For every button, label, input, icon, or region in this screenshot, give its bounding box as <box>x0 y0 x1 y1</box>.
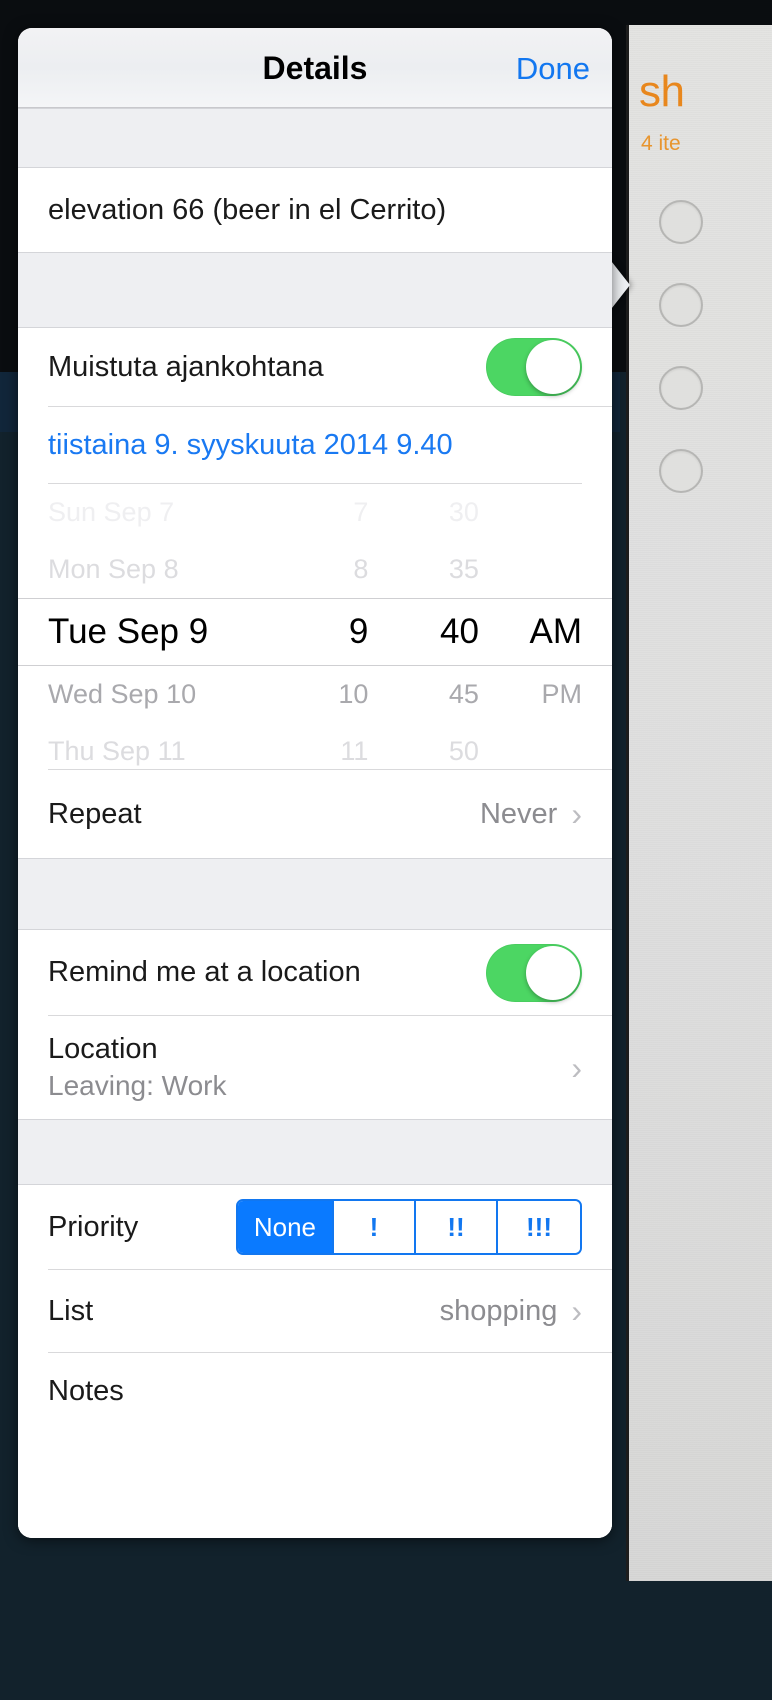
remind-at-time-toggle[interactable] <box>486 338 582 396</box>
popover-header: Details Done <box>18 28 612 108</box>
section-gap-priority <box>18 1119 612 1185</box>
picker-hour-selected: 9 <box>348 612 369 651</box>
picker-minute: 30 <box>448 497 479 527</box>
remind-at-time-row[interactable]: Muistuta ajankohtana <box>18 328 612 406</box>
picker-day: Wed Sep 10 <box>48 679 197 709</box>
picker-row[interactable]: Mon Sep 8 8 35 <box>18 541 612 598</box>
task-title-row[interactable]: elevation 66 (beer in el Cerrito) <box>18 168 612 252</box>
picker-minute: 45 <box>448 679 479 709</box>
repeat-value: Never <box>479 797 558 830</box>
reminder-checkbox-circle[interactable] <box>659 366 703 410</box>
location-row[interactable]: Location Leaving: Work › <box>18 1016 612 1119</box>
reminder-checkbox-circle[interactable] <box>659 449 703 493</box>
picker-hour: 7 <box>353 497 369 527</box>
picker-day-selected: Tue Sep 9 <box>48 612 209 651</box>
datetime-picker[interactable]: Sun Sep 7 7 30 Mon Sep 8 8 35 Tue Sep 9 … <box>18 484 612 769</box>
remind-at-location-toggle[interactable] <box>486 943 582 1002</box>
remind-at-location-row[interactable]: Remind me at a location <box>18 930 612 1015</box>
location-label: Location <box>48 1032 158 1065</box>
background-list-items <box>659 200 772 532</box>
section-gap-alarm <box>18 252 612 328</box>
picker-row[interactable]: Wed Sep 10 10 45 PM <box>18 666 612 723</box>
section-gap-top <box>18 108 612 168</box>
priority-label: Priority <box>48 1210 139 1243</box>
toggle-knob <box>526 945 580 1000</box>
done-button[interactable]: Done <box>516 51 590 87</box>
picker-day: Mon Sep 8 <box>48 554 179 584</box>
background-reminders-list[interactable]: sh 4 ite <box>626 25 772 1581</box>
section-gap-location <box>18 858 612 930</box>
priority-row: Priority None ! !! !!! <box>18 1185 612 1269</box>
picker-ampm: PM <box>541 679 582 709</box>
picker-day: Sun Sep 7 <box>48 497 175 527</box>
reminder-checkbox-circle[interactable] <box>659 283 703 327</box>
picker-hour: 10 <box>338 679 369 709</box>
background-list-count: 4 ite <box>641 132 681 155</box>
picker-day: Thu Sep 11 <box>48 736 186 766</box>
popover-bottom-fill <box>18 1513 612 1538</box>
location-section: Remind me at a location Location Leaving… <box>18 930 612 1119</box>
list-row[interactable]: List shopping › <box>18 1270 612 1352</box>
background-list-title: sh <box>639 67 685 116</box>
repeat-row[interactable]: Repeat Never › <box>18 770 612 858</box>
list-value: shopping <box>439 1294 558 1327</box>
picker-row[interactable]: Sun Sep 7 7 30 <box>18 484 612 541</box>
priority-segmented-control[interactable]: None ! !! !!! <box>235 1199 582 1255</box>
picker-hour: 8 <box>353 554 369 584</box>
screen-root: sh 4 ite Details Done elevation 66 (beer… <box>0 0 772 1700</box>
chevron-right-icon: › <box>571 1293 582 1329</box>
notes-label: Notes <box>48 1375 124 1407</box>
alarm-section: Muistuta ajankohtana tiistaina 9. syysku… <box>18 328 612 858</box>
priority-option-medium[interactable]: !! <box>416 1201 498 1253</box>
location-sub-value: Leaving: Work <box>48 1070 227 1102</box>
picker-row[interactable]: Thu Sep 11 11 50 <box>18 723 612 769</box>
remind-at-time-label: Muistuta ajankohtana <box>48 350 324 383</box>
task-title-text: elevation 66 (beer in el Cerrito) <box>48 193 447 226</box>
picker-hour: 11 <box>340 736 369 766</box>
alarm-date-row[interactable]: tiistaina 9. syyskuuta 2014 9.40 <box>18 407 612 483</box>
priority-option-low[interactable]: ! <box>334 1201 416 1253</box>
picker-row-selected[interactable]: Tue Sep 9 9 40 AM <box>18 598 612 666</box>
chevron-right-icon: › <box>571 796 582 832</box>
list-label: List <box>48 1294 94 1327</box>
picker-minute: 50 <box>448 736 479 766</box>
reminder-checkbox-circle[interactable] <box>659 200 703 244</box>
priority-option-none[interactable]: None <box>237 1201 334 1253</box>
repeat-label: Repeat <box>48 797 142 830</box>
remind-at-location-label: Remind me at a location <box>48 956 361 988</box>
priority-section: Priority None ! !! !!! List shopping › N… <box>18 1185 612 1538</box>
chevron-right-icon: › <box>571 1049 582 1086</box>
picker-minute: 35 <box>448 554 479 584</box>
picker-minute-selected: 40 <box>440 612 479 651</box>
alarm-date-value: tiistaina 9. syyskuuta 2014 9.40 <box>48 428 453 461</box>
details-popover: Details Done elevation 66 (beer in el Ce… <box>18 28 612 1538</box>
task-title-block: elevation 66 (beer in el Cerrito) <box>18 168 612 252</box>
priority-option-high[interactable]: !!! <box>498 1201 580 1253</box>
picker-ampm-selected: AM <box>529 612 582 651</box>
notes-row[interactable]: Notes <box>18 1353 612 1513</box>
toggle-knob <box>526 340 580 394</box>
